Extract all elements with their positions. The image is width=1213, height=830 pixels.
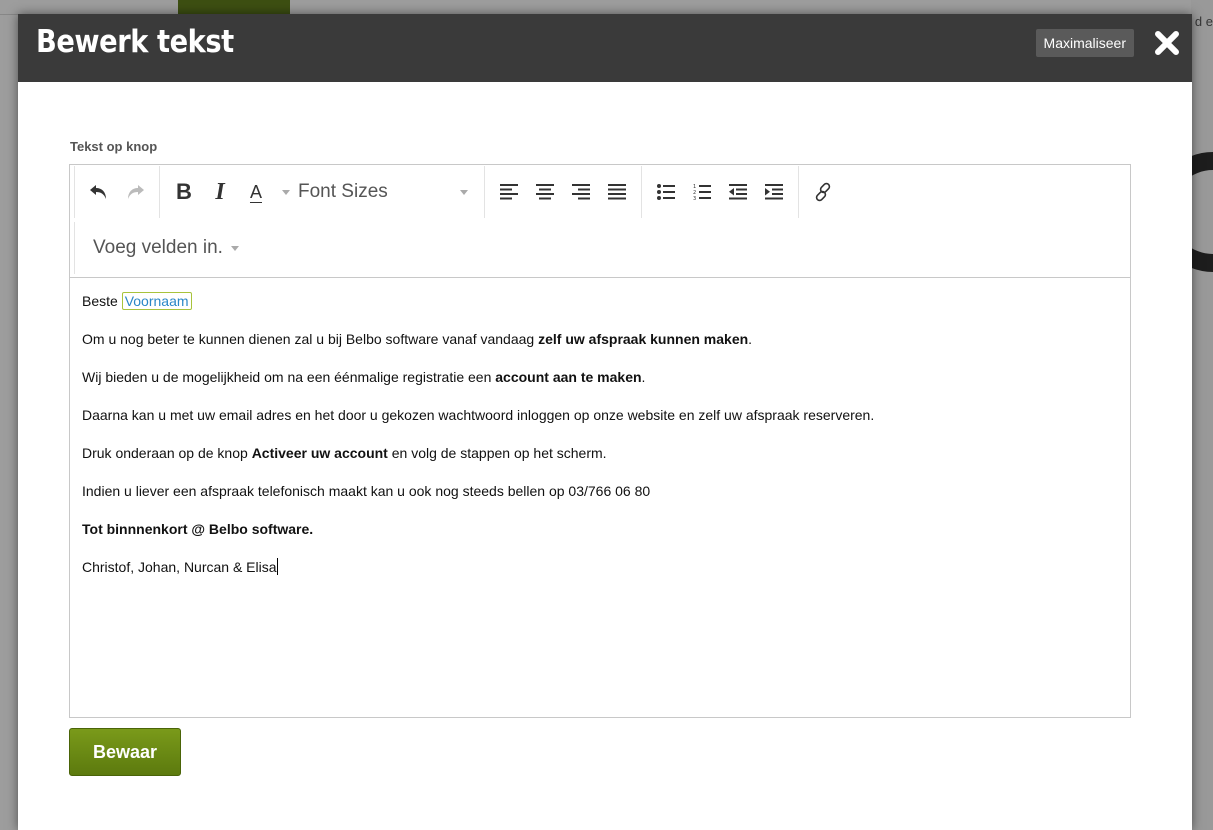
- greeting-text: Beste: [82, 293, 118, 309]
- insert-fields-dropdown[interactable]: Voeg velden in.: [81, 228, 239, 268]
- paragraph-2-text: Wij bieden u de mogelijkheid om na een é…: [82, 369, 496, 385]
- edit-text-dialog: Bewerk tekst Maximaliseer Tekst op knop …: [18, 14, 1192, 830]
- history-group: [74, 166, 159, 218]
- bold-icon[interactable]: B: [166, 174, 202, 210]
- link-icon[interactable]: [805, 174, 841, 210]
- greeting-line: Beste Voornaam: [82, 292, 1118, 311]
- closing-bold: Tot binnnenkort @ Belbo software.: [82, 521, 314, 537]
- paragraph-4: Druk onderaan op de knop Activeer uw acc…: [82, 444, 1118, 463]
- merge-field-firstname[interactable]: Voornaam: [121, 292, 192, 310]
- paragraph-4-bold: Activeer uw account: [251, 445, 388, 461]
- list-group: 123: [641, 166, 798, 218]
- paragraph-3: Daarna kan u met uw email adres en het d…: [82, 407, 875, 423]
- paragraph-1: Om u nog beter te kunnen dienen zal u bi…: [82, 330, 1118, 349]
- paragraph-2-bold: account aan te maken: [495, 369, 642, 385]
- numbered-list-icon[interactable]: 123: [684, 174, 720, 210]
- field-label: Tekst op knop: [70, 139, 158, 154]
- text-color-icon[interactable]: A: [238, 174, 274, 210]
- redo-icon[interactable]: [117, 174, 153, 210]
- paragraph-4-text: Druk onderaan op de knop: [82, 445, 252, 461]
- paragraph-2-end: .: [641, 369, 646, 385]
- paragraph-2: Wij bieden u de mogelijkheid om na een é…: [82, 368, 1118, 387]
- format-group: B I A Font Sizes: [159, 166, 484, 218]
- bullet-list-icon[interactable]: [648, 174, 684, 210]
- outdent-icon[interactable]: [720, 174, 756, 210]
- link-group: [798, 166, 847, 218]
- signature-text: Christof, Johan, Nurcan & Elisa: [82, 559, 277, 575]
- maximize-button[interactable]: Maximaliseer: [1035, 29, 1134, 57]
- text-color-dropdown-arrow[interactable]: [282, 189, 290, 195]
- svg-text:3: 3: [693, 196, 696, 201]
- insert-fields-label: Voeg velden in.: [93, 237, 223, 258]
- paragraph-1-text: Om u nog beter te kunnen dienen zal u bi…: [82, 331, 539, 347]
- paragraph-6: Tot binnnenkort @ Belbo software.: [82, 520, 1118, 539]
- paragraph-1-bold: zelf uw afspraak kunnen maken: [538, 331, 749, 347]
- italic-icon[interactable]: I: [202, 174, 238, 210]
- dialog-header: Bewerk tekst Maximaliseer: [18, 14, 1192, 82]
- toolbar-row-2: Voeg velden in.: [74, 221, 245, 275]
- save-button[interactable]: Bewaar: [69, 728, 181, 776]
- paragraph-5: Indien u liever een afspraak telefonisch…: [82, 483, 651, 499]
- font-sizes-label: Font Sizes: [298, 181, 388, 202]
- font-sizes-dropdown[interactable]: Font Sizes: [290, 174, 478, 210]
- paragraph-1-end: .: [748, 331, 753, 347]
- align-right-icon[interactable]: [563, 174, 599, 210]
- align-center-icon[interactable]: [527, 174, 563, 210]
- chevron-down-icon: [230, 245, 239, 251]
- undo-icon[interactable]: [81, 174, 117, 210]
- rich-text-editor: B I A Font Sizes 1 2 3 Voeg velden in. B…: [69, 164, 1131, 718]
- align-left-icon[interactable]: [491, 174, 527, 210]
- chevron-down-icon: [460, 189, 468, 195]
- align-justify-icon[interactable]: [599, 174, 635, 210]
- paragraph-4-end: en volg de stappen op het scherm.: [387, 445, 607, 461]
- editor-toolbar: B I A Font Sizes 1 2 3 Voeg velden in.: [70, 165, 1130, 278]
- alignment-group: [484, 166, 641, 218]
- insert-fields-group: Voeg velden in.: [74, 222, 245, 274]
- close-icon[interactable]: [1154, 30, 1180, 56]
- toolbar-row-1: B I A Font Sizes 1 2 3: [74, 165, 847, 219]
- text-caret: [276, 558, 278, 575]
- editor-content-area[interactable]: Beste Voornaam Om u nog beter te kunnen …: [70, 278, 1130, 610]
- paragraph-7: Christof, Johan, Nurcan & Elisa: [82, 558, 1118, 577]
- dialog-title: Bewerk tekst: [36, 24, 234, 60]
- indent-icon[interactable]: [756, 174, 792, 210]
